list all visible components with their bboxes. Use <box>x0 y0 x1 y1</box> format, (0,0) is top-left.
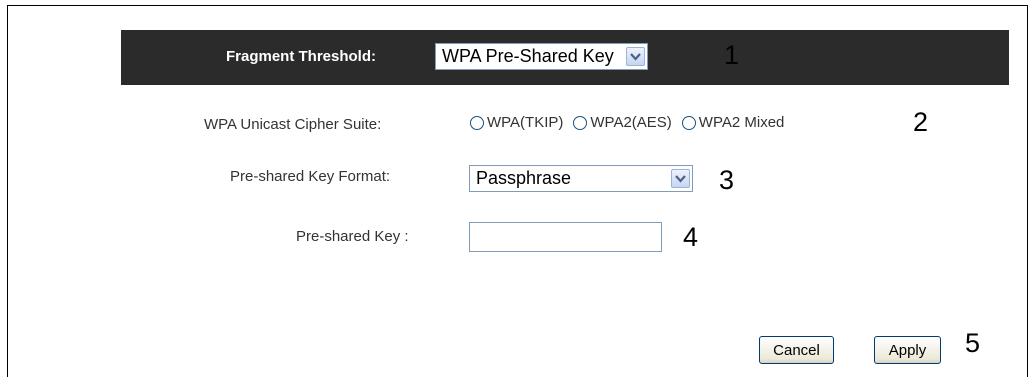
radio-unchecked-icon[interactable] <box>681 115 696 130</box>
callout-number-3: 3 <box>719 165 735 195</box>
cipher-suite-radio-group: WPA(TKIP) WPA2(AES) WPA2 Mixed <box>470 114 794 131</box>
radio-label-wpa2-aes: WPA2(AES) <box>590 114 672 131</box>
pre-shared-key-input[interactable] <box>469 222 662 252</box>
radio-label-wpa2-mixed: WPA2 Mixed <box>698 114 785 131</box>
security-mode-select[interactable]: WPA Pre-Shared Key <box>435 43 648 70</box>
radio-wpa2-mixed[interactable]: WPA2 Mixed <box>681 114 785 131</box>
security-mode-value: WPA Pre-Shared Key <box>442 46 614 66</box>
callout-number-2: 2 <box>913 107 929 137</box>
callout-number-5: 5 <box>965 328 981 358</box>
chevron-down-icon[interactable] <box>671 169 690 188</box>
key-format-select[interactable]: Passphrase <box>469 165 693 192</box>
cipher-suite-label: WPA Unicast Cipher Suite: <box>204 116 382 133</box>
pre-shared-key-label: Pre-shared Key : <box>296 228 409 245</box>
radio-wpa-tkip[interactable]: WPA(TKIP) <box>470 114 563 131</box>
chevron-down-icon[interactable] <box>626 47 645 66</box>
radio-unchecked-icon[interactable] <box>573 115 588 130</box>
fragment-threshold-label: Fragment Threshold: <box>226 48 377 65</box>
cancel-button[interactable]: Cancel <box>759 336 834 364</box>
key-format-value: Passphrase <box>476 168 572 188</box>
key-format-label: Pre-shared Key Format: <box>230 168 391 185</box>
apply-button[interactable]: Apply <box>874 336 941 364</box>
radio-label-wpa-tkip: WPA(TKIP) <box>487 114 564 131</box>
radio-wpa2-aes[interactable]: WPA2(AES) <box>573 114 672 131</box>
callout-number-4: 4 <box>683 222 699 252</box>
radio-unchecked-icon[interactable] <box>470 115 484 130</box>
callout-number-1: 1 <box>724 40 740 70</box>
